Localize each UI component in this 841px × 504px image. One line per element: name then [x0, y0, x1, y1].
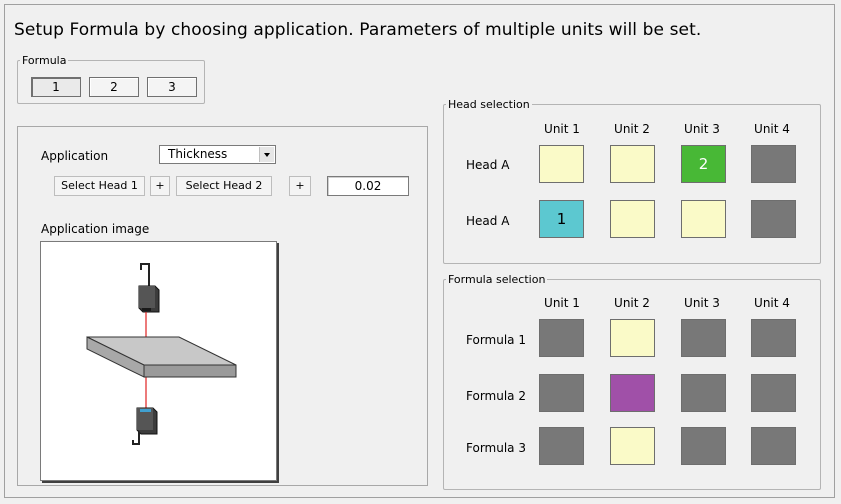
head-row-2-label: Head A [466, 214, 510, 228]
formula-1-unit-2-cell[interactable] [610, 319, 655, 357]
formula-unit-1-header: Unit 1 [544, 296, 580, 310]
formula-1-button[interactable]: 1 [31, 77, 81, 97]
select-head-1-field[interactable]: Select Head 1 [54, 176, 145, 196]
head-a1-unit-4-cell[interactable] [751, 145, 796, 183]
top-sensor-icon [138, 285, 160, 313]
head-a2-unit-1-cell[interactable]: 1 [539, 200, 584, 238]
formula-3-unit-2-cell[interactable] [610, 427, 655, 465]
formula-unit-2-header: Unit 2 [614, 296, 650, 310]
formula-row-3-label: Formula 3 [466, 441, 526, 455]
bottom-sensor-cable [132, 432, 140, 445]
target-plate-icon [86, 336, 237, 378]
formula-3-unit-3-cell[interactable] [681, 427, 726, 465]
formula-1-unit-3-cell[interactable] [681, 319, 726, 357]
application-image [40, 241, 277, 481]
formula-1-unit-1-cell[interactable] [539, 319, 584, 357]
formula-unit-3-header: Unit 3 [684, 296, 720, 310]
plus-1-label: + [150, 176, 170, 196]
head-a2-unit-4-cell[interactable] [751, 200, 796, 238]
head-a1-unit-3-cell[interactable]: 2 [681, 145, 726, 183]
formula-2-unit-3-cell[interactable] [681, 374, 726, 412]
page-title: Setup Formula by choosing application. P… [14, 20, 702, 40]
thickness-illustration [86, 263, 237, 445]
formula-3-unit-1-cell[interactable] [539, 427, 584, 465]
formula-3-unit-4-cell[interactable] [751, 427, 796, 465]
head-selection-legend: Head selection [448, 98, 530, 111]
head-unit-1-header: Unit 1 [544, 122, 580, 136]
chevron-down-icon[interactable] [259, 147, 274, 162]
application-image-label: Application image [41, 222, 150, 236]
head-a1-unit-1-cell[interactable] [539, 145, 584, 183]
formula-unit-4-header: Unit 4 [754, 296, 790, 310]
plus-2-label: + [289, 176, 311, 196]
head-a1-unit-2-cell[interactable] [610, 145, 655, 183]
application-label: Application [41, 149, 109, 163]
formula-2-unit-2-cell[interactable] [610, 374, 655, 412]
formula-group-legend: Formula [22, 54, 67, 67]
formula-row-1-label: Formula 1 [466, 333, 526, 347]
application-select[interactable]: Thickness [159, 145, 276, 164]
head-unit-2-header: Unit 2 [614, 122, 650, 136]
top-sensor-cable [140, 263, 150, 288]
formula-selection-legend: Formula selection [448, 273, 546, 286]
offset-value-input[interactable]: 0.02 [327, 176, 409, 196]
head-unit-4-header: Unit 4 [754, 122, 790, 136]
bottom-sensor-icon [136, 407, 158, 435]
formula-2-unit-4-cell[interactable] [751, 374, 796, 412]
head-unit-3-header: Unit 3 [684, 122, 720, 136]
head-a2-unit-2-cell[interactable] [610, 200, 655, 238]
select-head-2-field[interactable]: Select Head 2 [176, 176, 272, 196]
formula-2-button[interactable]: 2 [89, 77, 139, 97]
head-a2-unit-3-cell[interactable] [681, 200, 726, 238]
formula-1-unit-4-cell[interactable] [751, 319, 796, 357]
formula-row-2-label: Formula 2 [466, 389, 526, 403]
formula-3-button[interactable]: 3 [147, 77, 197, 97]
application-select-value: Thickness [168, 147, 228, 161]
formula-2-unit-1-cell[interactable] [539, 374, 584, 412]
head-row-1-label: Head A [466, 158, 510, 172]
